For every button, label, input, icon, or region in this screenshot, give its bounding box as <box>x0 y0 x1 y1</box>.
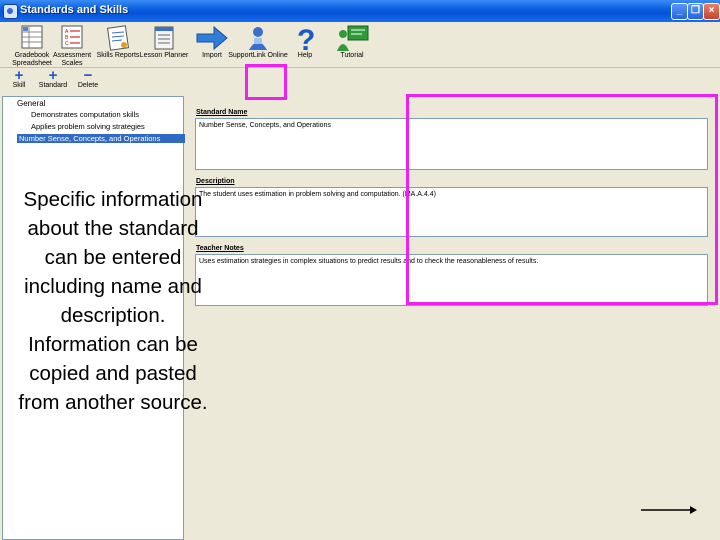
tutorial-label: Tutorial <box>340 52 364 59</box>
tutorial-button[interactable]: Tutorial <box>322 24 382 66</box>
minimize-button[interactable]: _ <box>671 3 688 20</box>
add-skill-button[interactable]: + Skill <box>2 67 36 94</box>
skills-reports-icon <box>100 24 136 52</box>
close-button[interactable]: × <box>703 3 720 20</box>
highlight-box-supportlink <box>245 64 287 100</box>
plus-icon: + <box>14 67 24 84</box>
minus-icon: − <box>83 67 93 84</box>
assessment-scales-icon: A B C <box>54 24 90 52</box>
tree-item[interactable]: Demonstrates computation skills <box>31 110 139 119</box>
delete-label: Delete <box>77 82 99 89</box>
import-arrow-icon <box>194 24 230 52</box>
annotation-text: Specific information about the standard … <box>18 188 208 414</box>
tutorial-icon <box>334 24 370 52</box>
main-toolbar: Gradebook Spreadsheet A B C Assessment S… <box>0 22 720 68</box>
app-icon <box>3 4 18 19</box>
maximize-button[interactable]: ❐ <box>687 3 704 20</box>
add-skill-label: Skill <box>12 82 26 89</box>
next-arrow-icon[interactable] <box>640 505 698 515</box>
svg-text:?: ? <box>297 24 315 52</box>
lesson-planner-icon <box>146 24 182 52</box>
highlight-box-fields <box>406 94 718 305</box>
sub-toolbar: + Skill + Standard − Delete <box>0 68 720 95</box>
tree-root-general[interactable]: General <box>17 99 45 108</box>
add-standard-label: Standard <box>38 82 68 89</box>
svg-text:C: C <box>65 41 69 47</box>
standard-name-label: Standard Name <box>196 109 248 116</box>
tree-item-selected[interactable]: Number Sense, Concepts, and Operations <box>17 134 185 143</box>
description-label: Description <box>196 178 235 185</box>
add-standard-button[interactable]: + Standard <box>36 67 70 94</box>
help-icon: ? <box>287 24 323 57</box>
tree-item[interactable]: Applies problem solving strategies <box>31 122 145 131</box>
supportlink-icon <box>240 24 276 52</box>
title-bar: Standards and Skills _ ❐ × <box>0 0 720 22</box>
plus-icon: + <box>48 67 58 84</box>
delete-button[interactable]: − Delete <box>71 67 105 94</box>
window-title: Standards and Skills <box>20 4 129 16</box>
